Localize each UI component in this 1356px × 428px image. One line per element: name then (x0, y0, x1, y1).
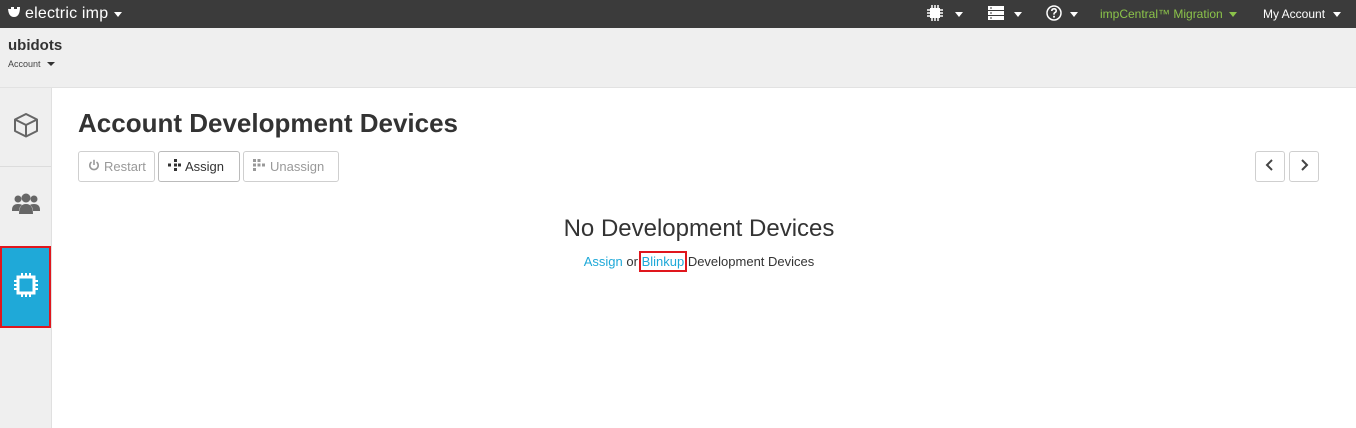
assign-icon (168, 159, 181, 174)
chevron-left-icon (1265, 158, 1275, 176)
top-navbar: electric imp impCentral™ Migration My Ac… (0, 0, 1356, 28)
chevron-down-icon (114, 11, 123, 17)
chevron-down-icon (1070, 11, 1078, 17)
impcentral-migration-menu[interactable]: impCentral™ Migration (1100, 0, 1237, 28)
assign-button[interactable]: Assign (158, 151, 240, 182)
blinkup-link[interactable]: Blinkup (638, 251, 688, 272)
chevron-down-icon (1014, 11, 1022, 17)
brand-name: electric imp (25, 5, 109, 22)
chevron-down-icon (1228, 11, 1237, 17)
restart-label: Restart (104, 159, 146, 174)
account-switcher-label: Account (8, 59, 41, 69)
unassign-button[interactable]: Unassign (243, 151, 339, 182)
restart-button[interactable]: Restart (78, 151, 155, 182)
account-header: ubidots Account (0, 28, 1356, 88)
help-menu[interactable] (1046, 0, 1078, 28)
my-account-menu[interactable]: My Account (1263, 0, 1342, 28)
my-account-label: My Account (1263, 7, 1326, 21)
chevron-down-icon (46, 62, 55, 66)
assign-link[interactable]: Assign (584, 254, 623, 269)
suffix-text: Development Devices (684, 254, 815, 269)
page-title: Account Development Devices (78, 108, 459, 138)
help-icon (1046, 4, 1062, 24)
migration-label: impCentral™ Migration (1100, 7, 1223, 21)
assign-label: Assign (185, 159, 225, 174)
previous-page-button[interactable] (1255, 151, 1285, 182)
power-icon (88, 159, 100, 174)
sidebar-item-products[interactable] (0, 88, 51, 166)
brand-menu[interactable]: electric imp (7, 0, 123, 28)
cube-icon (12, 111, 40, 144)
server-icon (987, 5, 1005, 24)
empty-state-title: No Development Devices (563, 215, 835, 242)
empty-state-message: Assign or Blinkup Development Devices (0, 251, 1356, 272)
unassign-icon (253, 159, 266, 174)
imp-logo-icon (7, 5, 21, 23)
chevron-down-icon (955, 11, 963, 17)
chip-icon (926, 4, 944, 25)
chip-icon (12, 271, 40, 304)
next-page-button[interactable] (1289, 151, 1319, 182)
or-text: or (622, 254, 642, 269)
chevron-right-icon (1299, 158, 1309, 176)
devices-menu[interactable] (926, 0, 963, 28)
account-switcher[interactable]: Account (8, 59, 55, 69)
servers-menu[interactable] (987, 0, 1022, 28)
chevron-down-icon (1333, 11, 1342, 17)
account-name: ubidots (8, 37, 63, 54)
unassign-label: Unassign (270, 159, 325, 174)
